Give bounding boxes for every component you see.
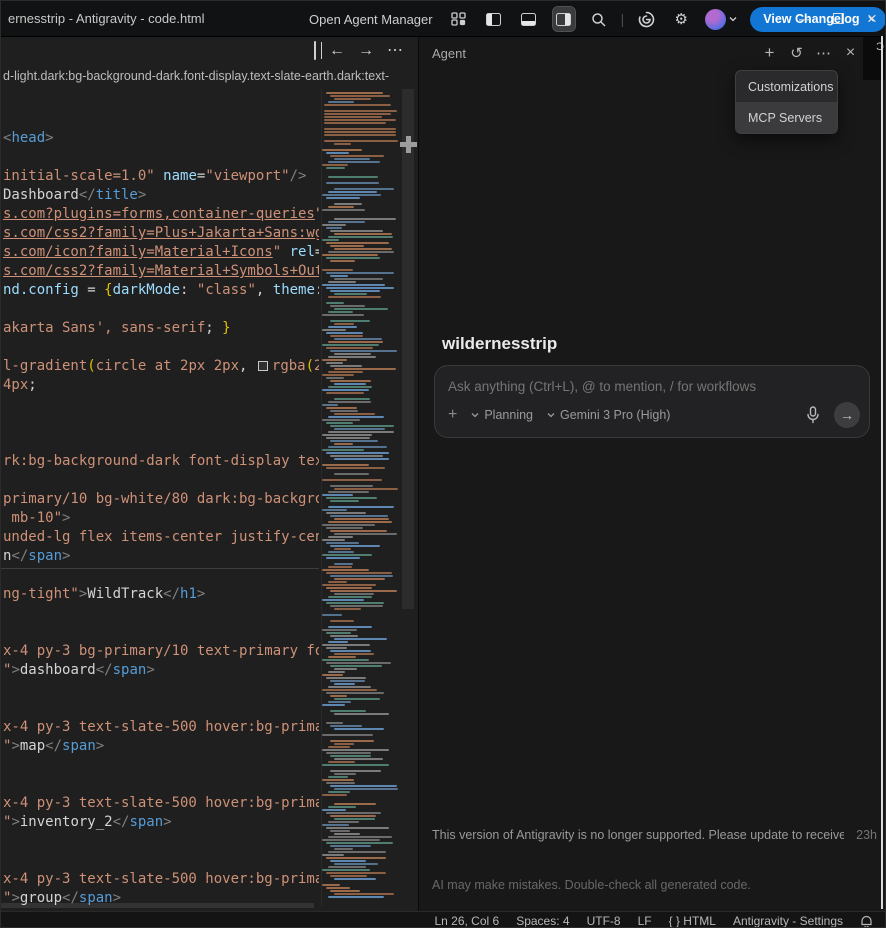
statusbar: Ln 26, Col 6 Spaces: 4 UTF-8 LF { } HTML Anti…	[1, 911, 886, 928]
new-conversation-icon[interactable]: +	[761, 42, 778, 64]
close-agent-panel-icon[interactable]: ×	[842, 42, 859, 64]
code-line: ng-tight">WildTrack</h1>	[3, 585, 205, 604]
statusbar-item--html[interactable]: { } HTML	[669, 914, 716, 928]
code-line: s.com/icon?family=Material+Icons" rel=	[3, 243, 319, 262]
panel-edge-scrollbar[interactable]	[881, 36, 883, 909]
code-line: x-4 py-3 bg-primary/10 text-primary fo	[3, 642, 319, 661]
customize-layout-icon[interactable]	[448, 7, 470, 31]
history-icon[interactable]: ↺	[788, 42, 805, 64]
navigate-back-icon[interactable]: ←	[329, 43, 345, 59]
titlebar-separator: |	[621, 11, 625, 27]
model-dropdown[interactable]: Gemini 3 Pro (High)	[547, 408, 670, 422]
editor-pane: ← → ⋯ d-light.dark:bg-background-dark.fo…	[1, 37, 415, 911]
code-editor-content[interactable]: <head> initial-scale=1.0" name="viewport"…	[1, 37, 319, 911]
code-line: primary/10 bg-white/80 dark:bg-backgro	[3, 490, 319, 509]
code-line: 4px;	[3, 376, 37, 395]
editor-more-actions-icon[interactable]: ⋯	[387, 43, 403, 59]
notifications-bell-icon[interactable]	[860, 914, 873, 928]
code-line: mb-10">	[3, 509, 70, 528]
code-line: rk:bg-background-dark font-display tex	[3, 452, 319, 471]
search-icon[interactable]	[588, 7, 610, 31]
panel-resize-handle[interactable]	[400, 136, 417, 153]
chevron-down-icon	[729, 15, 737, 23]
agent-panel: Agent + ↺ ⋯ × CustomizationsMCP Servers …	[418, 37, 886, 911]
mode-dropdown[interactable]: Planning	[471, 408, 533, 422]
editor-horizontal-scrollbar[interactable]	[1, 903, 314, 908]
menu-item-customizations[interactable]: Customizations	[736, 71, 837, 102]
version-notice: This version of Antigravity is no longer…	[432, 828, 844, 842]
statusbar-item-spaces-4[interactable]: Spaces: 4	[516, 914, 569, 928]
open-agent-manager-button[interactable]: Open Agent Manager	[309, 12, 433, 27]
statusbar-item-antigravity-settings[interactable]: Antigravity - Settings	[733, 914, 843, 928]
code-line: akarta Sans', sans-serif; }	[3, 319, 231, 338]
code-line: s.com/css2?family=Plus+Jakarta+Sans:wg	[3, 224, 319, 243]
agent-panel-header: Agent + ↺ ⋯ ×	[419, 37, 886, 71]
account-menu[interactable]	[705, 9, 737, 30]
microphone-icon[interactable]	[806, 406, 820, 424]
titlebar: ernesstrip - Antigravity - code.html Ope…	[1, 1, 886, 37]
close-window-button[interactable]: ×	[865, 9, 879, 29]
code-line: n</span>	[3, 547, 70, 566]
code-line: Dashboard</title>	[3, 186, 146, 205]
code-line: nd.config = {darkMode: "class", theme:	[3, 281, 319, 300]
navigate-forward-icon[interactable]: →	[358, 43, 374, 59]
statusbar-item-lf[interactable]: LF	[638, 914, 652, 928]
agent-more-options-icon[interactable]: ⋯	[815, 42, 832, 64]
ai-disclaimer: AI may make mistakes. Double-check all g…	[432, 878, 751, 892]
current-line-highlight	[1, 568, 319, 569]
code-line: <head>	[3, 129, 54, 148]
mode-label: Planning	[484, 408, 533, 422]
code-line: s.com/css2?family=Material+Symbols+Out	[3, 262, 319, 281]
agent-input-placeholder: Ask anything (Ctrl+L), @ to mention, / f…	[448, 379, 756, 394]
code-line: x-4 py-3 text-slate-500 hover:bg-prima	[3, 870, 319, 889]
agent-panel-title: Agent	[432, 46, 466, 61]
maximize-button[interactable]	[831, 11, 845, 27]
send-arrow-icon: →	[840, 407, 854, 423]
code-line: ">dashboard</span>	[3, 661, 155, 680]
conversation-title: wildernesstrip	[442, 334, 557, 354]
toggle-right-panel-icon[interactable]	[553, 7, 575, 31]
agent-input-box[interactable]: Ask anything (Ctrl+L), @ to mention, / f…	[434, 365, 870, 438]
code-line: initial-scale=1.0" name="viewport"/>	[3, 167, 306, 186]
agent-options-menu: CustomizationsMCP Servers	[735, 70, 838, 134]
code-line: x-4 py-3 text-slate-500 hover:bg-prima	[3, 718, 319, 737]
window-title: ernesstrip - Antigravity - code.html	[8, 11, 205, 26]
menu-item-mcp-servers[interactable]: MCP Servers	[736, 102, 837, 133]
minimize-button[interactable]: ─	[797, 11, 811, 27]
model-label: Gemini 3 Pro (High)	[560, 408, 670, 422]
app-window: ernesstrip - Antigravity - code.html Ope…	[0, 0, 886, 928]
code-line: x-4 py-3 text-slate-500 hover:bg-prima	[3, 794, 319, 813]
code-line: s.com?plugins=forms,container-queries"	[3, 205, 319, 224]
editor-vertical-scrollbar[interactable]	[402, 89, 414, 609]
avatar[interactable]	[705, 9, 726, 30]
code-line: l-gradient(circle at 2px 2px, rgba(2	[3, 357, 319, 376]
antigravity-logo-icon[interactable]	[635, 7, 657, 31]
statusbar-item-ln-26-col-6[interactable]: Ln 26, Col 6	[434, 914, 499, 928]
toggle-left-panel-icon[interactable]	[483, 7, 505, 31]
color-swatch	[258, 361, 268, 371]
attach-icon[interactable]: +	[448, 406, 457, 424]
toggle-bottom-panel-icon[interactable]	[518, 7, 540, 31]
notice-timestamp: 23h	[856, 828, 877, 842]
chevron-down-icon	[471, 411, 479, 419]
send-button[interactable]: →	[834, 402, 860, 428]
minimap[interactable]	[321, 89, 401, 907]
code-line: ">map</span>	[3, 737, 104, 756]
code-line: ">inventory_2</span>	[3, 813, 172, 832]
statusbar-item-utf-8[interactable]: UTF-8	[587, 914, 621, 928]
gear-icon[interactable]: ⚙	[670, 7, 692, 31]
chevron-down-icon	[547, 411, 555, 419]
code-line: unded-lg flex items-center justify-cen	[3, 528, 319, 547]
